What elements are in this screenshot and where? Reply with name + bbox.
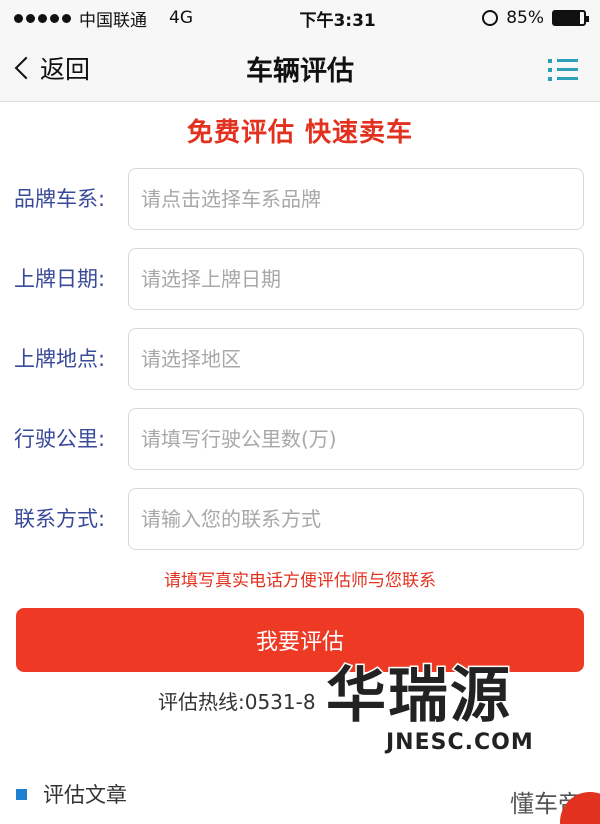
- reg-date-input[interactable]: [128, 248, 584, 310]
- contact-hint: 请填写真实电话方便评估师与您联系: [164, 571, 436, 591]
- rotation-lock-icon: [482, 10, 499, 26]
- battery-fill: [554, 12, 580, 24]
- battery-percent: 85%: [506, 8, 544, 28]
- back-label: 返回: [40, 55, 91, 84]
- reg-location-label: 上牌地点:: [14, 347, 106, 371]
- form-row-reg-date: 上牌日期:: [0, 248, 600, 310]
- reg-date-label: 上牌日期:: [14, 267, 106, 291]
- brand-label: 品牌车系:: [14, 187, 106, 211]
- menu-list-icon[interactable]: [548, 56, 578, 82]
- slogan: 免费评估 快速卖车: [186, 118, 414, 148]
- carrier-name: 中国联通: [79, 10, 147, 31]
- back-button[interactable]: 返回: [8, 50, 90, 86]
- signal-strength-icon: [14, 13, 71, 23]
- nav-bar: 返回 车辆评估: [0, 36, 600, 102]
- section-articles[interactable]: 评估文章: [16, 778, 127, 810]
- chevron-left-icon: [14, 56, 38, 80]
- watermark-small-text: JNESC.COM: [386, 730, 534, 755]
- brand-series-input[interactable]: [128, 168, 584, 230]
- status-right: 85%: [482, 8, 589, 28]
- reg-location-input[interactable]: [128, 328, 584, 390]
- battery-icon: [552, 10, 589, 26]
- network-type: 4G: [169, 8, 193, 28]
- mileage-input[interactable]: [128, 408, 584, 470]
- form-row-contact: 联系方式:: [0, 488, 600, 550]
- clock: 下午3:31: [299, 10, 376, 31]
- watermark-big-text: 华瑞源: [325, 661, 512, 732]
- contact-input[interactable]: [128, 488, 584, 550]
- hotline-text: 评估热线:0531-8: [158, 690, 316, 714]
- contact-label: 联系方式:: [14, 507, 106, 531]
- status-left: 中国联通 4G: [14, 6, 193, 31]
- mileage-label: 行驶公里:: [14, 427, 106, 451]
- form-row-brand: 品牌车系:: [0, 168, 600, 230]
- form-row-reg-location: 上牌地点:: [0, 328, 600, 390]
- section-title-label: 评估文章: [43, 783, 127, 807]
- form-row-mileage: 行驶公里:: [0, 408, 600, 470]
- page-title: 车辆评估: [246, 56, 354, 87]
- section-marker-icon: [16, 788, 27, 800]
- watermark-logo: 华瑞源 JNESC.COM: [325, 661, 546, 768]
- status-bar: 中国联通 4G 下午3:31 85%: [0, 0, 600, 36]
